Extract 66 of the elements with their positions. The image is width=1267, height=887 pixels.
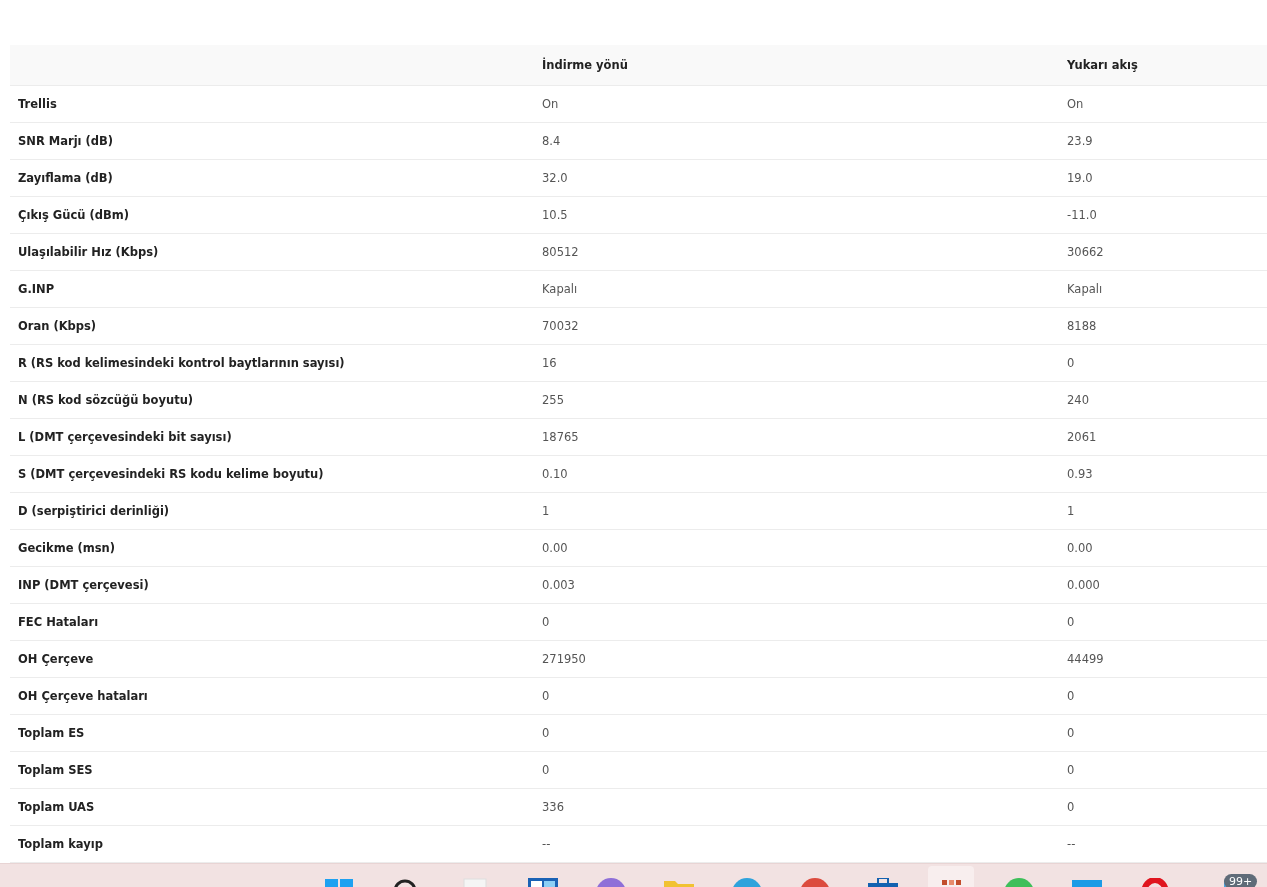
row-label: Trellis [18, 97, 57, 111]
table-cell: 0.00 [1067, 541, 1093, 555]
table-cell: 0 [1067, 615, 1075, 629]
row-label: Toplam ES [18, 726, 85, 740]
row-label: OH Çerçeve hataları [18, 689, 148, 703]
table-cell: 255 [542, 393, 564, 407]
row-label: S (DMT çerçevesindeki RS kodu kelime boyutu) [18, 467, 324, 481]
table-cell: 0.10 [542, 467, 568, 481]
table-cell: 0 [1067, 800, 1075, 814]
row-label: Zayıflama (dB) [18, 171, 113, 185]
table-cell: 0 [1067, 726, 1075, 740]
column-header: İndirme yönü [542, 58, 628, 72]
row-label: INP (DMT çerçevesi) [18, 578, 149, 592]
table-cell: 0 [1067, 763, 1075, 777]
table-cell: 16 [542, 356, 557, 370]
table-cell: 0.93 [1067, 467, 1093, 481]
table-cell: 8.4 [542, 134, 561, 148]
column-header: Yukarı akış [1067, 58, 1138, 72]
table-cell: -11.0 [1067, 208, 1097, 222]
table-cell: 1 [542, 504, 550, 518]
table-cell: 240 [1067, 393, 1089, 407]
table-cell: 0 [542, 763, 550, 777]
table-cell: Kapalı [542, 282, 578, 296]
row-label: Toplam SES [18, 763, 93, 777]
table-cell: -- [1067, 837, 1076, 851]
row-label: Gecikme (msn) [18, 541, 115, 555]
table-cell: 23.9 [1067, 134, 1093, 148]
table-cell: 8188 [1067, 319, 1097, 333]
table-cell: 0 [1067, 689, 1075, 703]
row-label: Toplam kayıp [18, 837, 103, 851]
row-label: Oran (Kbps) [18, 319, 97, 333]
row-label: G.INP [18, 282, 55, 296]
row-label: Çıkış Gücü (dBm) [18, 208, 129, 222]
table-cell: 19.0 [1067, 171, 1093, 185]
table-cell: Kapalı [1067, 282, 1103, 296]
table-cell: 336 [542, 800, 564, 814]
row-label: SNR Marjı (dB) [18, 134, 114, 148]
row-label: D (serpiştirici derinliği) [18, 504, 170, 518]
table-cell: 1 [1067, 504, 1075, 518]
table-cell: -- [542, 837, 551, 851]
table-cell: 0.003 [542, 578, 575, 592]
table-cell: 0 [542, 726, 550, 740]
table-cell: 0 [542, 689, 550, 703]
table-cell: 0 [542, 615, 550, 629]
table-cell: On [542, 97, 559, 111]
table-cell: 10.5 [542, 208, 568, 222]
table-cell: 2061 [1067, 430, 1097, 444]
row-label: OH Çerçeve [18, 652, 94, 666]
table-cell: 44499 [1067, 652, 1104, 666]
table-cell: 0 [1067, 356, 1075, 370]
row-label: Ulaşılabilir Hız (Kbps) [18, 245, 159, 259]
row-label: R (RS kod kelimesindeki kontrol baytlarının sayısı) [18, 356, 345, 370]
table-cell: 80512 [542, 245, 579, 259]
table-cell: 0.00 [542, 541, 568, 555]
row-label: Toplam UAS [18, 800, 95, 814]
table-cell: 70032 [542, 319, 579, 333]
notification-badge: 99+ [1224, 874, 1258, 887]
table-cell: 0.000 [1067, 578, 1100, 592]
table-cell: 271950 [542, 652, 586, 666]
table-cell: 30662 [1067, 245, 1104, 259]
table-cell: 18765 [542, 430, 579, 444]
table-cell: On [1067, 97, 1084, 111]
row-label: N (RS kod sözcüğü boyutu) [18, 393, 194, 407]
row-label: L (DMT çerçevesindeki bit sayısı) [18, 430, 232, 444]
row-label: FEC Hataları [18, 615, 99, 629]
table-cell: 32.0 [542, 171, 568, 185]
